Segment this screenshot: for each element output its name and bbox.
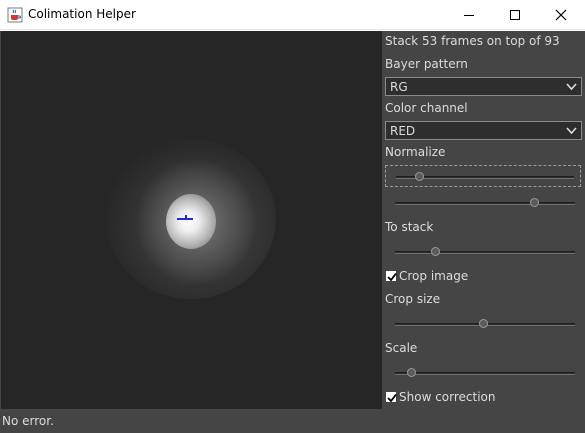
maximize-icon — [510, 10, 520, 20]
slider-thumb[interactable] — [407, 368, 417, 377]
slider-track — [395, 202, 575, 205]
chevron-down-icon — [566, 127, 577, 135]
scale-label: Scale — [385, 341, 418, 355]
normalize-label: Normalize — [385, 145, 446, 159]
image-viewport[interactable] — [1, 31, 382, 409]
show-correction-label[interactable]: Show correction — [399, 390, 496, 404]
crop-size-slider[interactable] — [385, 313, 581, 335]
maximize-button[interactable] — [492, 0, 538, 30]
collimation-marker-tick — [185, 215, 187, 219]
minimize-button[interactable] — [446, 0, 492, 30]
crop-size-label: Crop size — [385, 292, 441, 306]
title-bar: Colimation Helper — [0, 0, 585, 30]
bayer-pattern-value: RG — [390, 80, 408, 94]
crop-image-label[interactable]: Crop image — [399, 269, 468, 283]
slider-track — [395, 372, 575, 375]
minimize-icon — [464, 15, 474, 16]
slider-thumb[interactable] — [529, 198, 539, 207]
checkmark-icon — [387, 393, 397, 403]
window-title: Colimation Helper — [28, 7, 136, 21]
color-channel-select[interactable]: RED — [385, 121, 582, 140]
control-panel: Stack 53 frames on top of 93 Bayer patte… — [383, 31, 585, 409]
close-button[interactable] — [538, 0, 584, 30]
close-icon — [555, 9, 567, 21]
scale-slider[interactable] — [385, 362, 581, 384]
main-frame: Stack 53 frames on top of 93 Bayer patte… — [0, 31, 585, 433]
slider-thumb[interactable] — [430, 247, 440, 256]
normalize-low-slider[interactable] — [385, 165, 581, 187]
java-cup-icon — [7, 7, 23, 23]
color-channel-value: RED — [390, 124, 416, 138]
show-correction-checkbox[interactable] — [385, 391, 397, 403]
checkmark-icon — [387, 272, 397, 282]
color-channel-label: Color channel — [385, 101, 468, 115]
stack-info-text: Stack 53 frames on top of 93 — [385, 34, 560, 48]
star-core — [166, 194, 216, 249]
chevron-down-icon — [566, 83, 577, 91]
status-text: No error. — [2, 414, 54, 428]
slider-track — [395, 251, 575, 254]
slider-thumb[interactable] — [415, 172, 425, 181]
to-stack-label: To stack — [385, 220, 434, 234]
status-bar: No error. — [0, 409, 585, 433]
normalize-high-slider[interactable] — [385, 192, 581, 214]
to-stack-slider[interactable] — [385, 241, 581, 263]
bayer-pattern-label: Bayer pattern — [385, 57, 468, 71]
slider-thumb[interactable] — [479, 319, 489, 328]
bayer-pattern-select[interactable]: RG — [385, 77, 582, 96]
crop-image-checkbox[interactable] — [385, 270, 397, 282]
